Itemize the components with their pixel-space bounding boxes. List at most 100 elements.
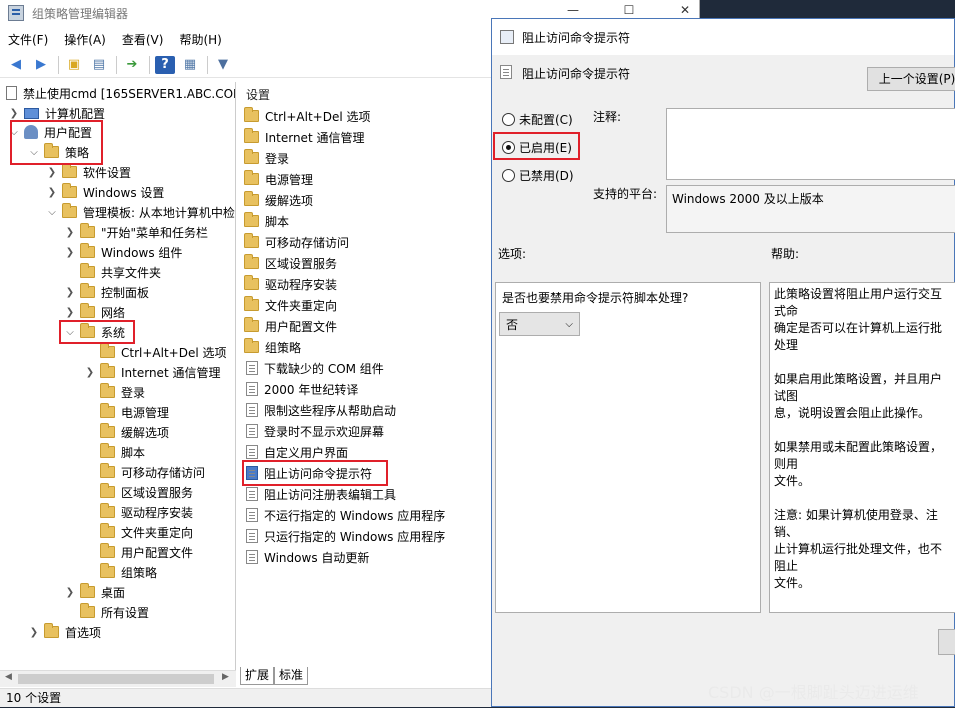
chevron-right-icon[interactable]: ❯ [64, 587, 76, 598]
radio-not-configured[interactable]: 未配置(C) [502, 110, 573, 128]
tree-user-config[interactable]: ⌵ 用户配置 [8, 122, 92, 142]
list-item-policy[interactable]: 不运行指定的 Windows 应用程序 [246, 505, 445, 525]
list-item-policy[interactable]: 2000 年世纪转译 [246, 379, 358, 399]
show-hide-tree-icon[interactable]: ▤ [89, 56, 109, 74]
tree-computer-config[interactable]: ❯ 计算机配置 [8, 103, 105, 123]
menu-help[interactable]: 帮助(H) [179, 31, 221, 48]
list-item-folder[interactable]: 驱动程序安装 [244, 274, 337, 294]
up-folder-icon[interactable]: ▣ [64, 56, 84, 74]
tree-system-child[interactable]: 缓解选项 [84, 422, 169, 442]
script-processing-select[interactable]: 否 ⌵ [499, 312, 580, 336]
scroll-thumb[interactable] [18, 674, 214, 684]
list-item-policy[interactable]: 限制这些程序从帮助启动 [246, 400, 396, 420]
list-item-folder[interactable]: 登录 [244, 148, 289, 168]
list-item-folder[interactable]: 文件夹重定向 [244, 295, 337, 315]
tree-shared-folders[interactable]: 共享文件夹 [64, 262, 161, 282]
chevron-right-icon[interactable]: ❯ [8, 108, 20, 119]
forward-arrow-icon[interactable]: ▶ [31, 56, 51, 74]
list-item-folder[interactable]: 缓解选项 [244, 190, 313, 210]
radio-enabled[interactable]: 已启用(E) [502, 138, 572, 156]
tree-system-child[interactable]: 登录 [84, 382, 145, 402]
previous-setting-button[interactable]: 上一个设置(P) [867, 67, 955, 91]
tree-system-child[interactable]: 脚本 [84, 442, 145, 462]
tree-preferences[interactable]: ❯ 首选项 [28, 622, 101, 642]
scroll-left-icon[interactable]: ◀ [5, 672, 12, 682]
list-item-folder[interactable]: 可移动存储访问 [244, 232, 349, 252]
tree-system[interactable]: ⌵ 系统 [64, 322, 125, 342]
tab-extended[interactable]: 扩展 [240, 667, 275, 685]
tree-start-menu[interactable]: ❯ "开始"菜单和任务栏 [64, 222, 208, 242]
tab-standard[interactable]: 标准 [274, 667, 309, 685]
scroll-right-icon[interactable]: ▶ [222, 672, 229, 682]
chevron-right-icon[interactable]: ❯ [64, 287, 76, 298]
tree-system-child[interactable]: 电源管理 [84, 402, 169, 422]
list-item-policy[interactable]: 阻止访问注册表编辑工具 [246, 484, 396, 504]
list-item-folder[interactable]: 组策略 [244, 337, 301, 357]
tree-software-settings[interactable]: ❯ 软件设置 [46, 162, 131, 182]
list-item-folder[interactable]: 区域设置服务 [244, 253, 337, 273]
chevron-right-icon[interactable]: ❯ [64, 247, 76, 258]
tree-system-child[interactable]: 文件夹重定向 [84, 522, 193, 542]
list-item-policy-selected[interactable]: 阻止访问命令提示符 [246, 463, 372, 483]
list-item-folder[interactable]: Internet 通信管理 [244, 127, 364, 147]
comment-textarea[interactable] [666, 108, 955, 180]
close-icon[interactable]: ✕ [675, 3, 695, 21]
tree-policies[interactable]: ⌵ 策略 [28, 142, 89, 162]
chevron-down-icon[interactable]: ⌵ [64, 327, 76, 338]
list-item-folder[interactable]: 用户配置文件 [244, 316, 337, 336]
column-header-settings[interactable]: 设置 [246, 86, 270, 103]
chevron-down-icon[interactable]: ⌵ [46, 207, 58, 218]
chevron-right-icon[interactable]: ❯ [64, 307, 76, 318]
ok-button-partial[interactable] [938, 629, 955, 655]
minimize-icon[interactable]: — [563, 3, 583, 21]
menu-action[interactable]: 操作(A) [64, 31, 106, 48]
help-icon[interactable]: ? [155, 55, 175, 74]
list-item-policy[interactable]: 下载缺少的 COM 组件 [246, 358, 384, 378]
radio-disabled[interactable]: 已禁用(D) [502, 166, 574, 184]
tree-system-child[interactable]: 区域设置服务 [84, 482, 193, 502]
chevron-right-icon[interactable]: ❯ [64, 227, 76, 238]
maximize-icon[interactable]: ☐ [619, 3, 639, 21]
chevron-down-icon[interactable]: ⌵ [8, 127, 20, 138]
menu-view[interactable]: 查看(V) [122, 31, 164, 48]
chevron-right-icon[interactable]: ❯ [28, 627, 40, 638]
list-item-folder[interactable]: Ctrl+Alt+Del 选项 [244, 106, 370, 126]
tree-system-child[interactable]: 可移动存储访问 [84, 462, 205, 482]
folder-icon [244, 128, 259, 143]
tree-control-panel[interactable]: ❯ 控制面板 [64, 282, 149, 302]
tree-network[interactable]: ❯ 网络 [64, 302, 125, 322]
window-title: 组策略管理编辑器 [32, 6, 129, 21]
properties-icon[interactable]: ▦ [180, 56, 200, 74]
chevron-right-icon[interactable]: ❯ [46, 167, 58, 178]
folder-icon [100, 343, 115, 358]
folder-icon [100, 403, 115, 418]
list-item-policy[interactable]: 自定义用户界面 [246, 442, 348, 462]
chevron-right-icon[interactable]: ❯ [46, 187, 58, 198]
policy-selected-icon [246, 466, 258, 480]
tree-horizontal-scrollbar[interactable]: ◀ ▶ [0, 670, 236, 687]
list-item-policy[interactable]: 只运行指定的 Windows 应用程序 [246, 526, 445, 546]
chevron-down-icon[interactable]: ⌵ [28, 147, 40, 158]
tree-system-child[interactable]: ❯ Internet 通信管理 [84, 362, 220, 382]
tree-system-child[interactable]: 驱动程序安装 [84, 502, 193, 522]
watermark-text: CSDN @一根脚趾头迈进运维 [708, 683, 919, 702]
chevron-right-icon[interactable]: ❯ [84, 367, 96, 378]
list-item-folder[interactable]: 电源管理 [244, 169, 313, 189]
radio-checked-icon [502, 140, 515, 154]
tree-windows-components[interactable]: ❯ Windows 组件 [64, 242, 182, 262]
back-arrow-icon[interactable]: ◀ [6, 56, 26, 74]
export-list-icon[interactable]: ➔ [122, 56, 142, 74]
list-item-folder[interactable]: 脚本 [244, 211, 289, 231]
list-item-policy[interactable]: Windows 自动更新 [246, 547, 369, 567]
tree-system-child[interactable]: Ctrl+Alt+Del 选项 [84, 342, 226, 362]
tree-admin-templates[interactable]: ⌵ 管理模板: 从本地计算机中检 [46, 202, 235, 222]
tree-system-child[interactable]: 用户配置文件 [84, 542, 193, 562]
tree-root[interactable]: 禁止使用cmd [165SERVER1.ABC.COI [6, 83, 235, 103]
tree-windows-settings[interactable]: ❯ Windows 设置 [46, 182, 164, 202]
tree-system-child[interactable]: 组策略 [84, 562, 157, 582]
filter-icon[interactable]: ▼ [213, 56, 233, 74]
tree-desktop[interactable]: ❯ 桌面 [64, 582, 125, 602]
tree-all-settings[interactable]: 所有设置 [64, 602, 149, 622]
list-item-policy[interactable]: 登录时不显示欢迎屏幕 [246, 421, 384, 441]
menu-file[interactable]: 文件(F) [8, 31, 48, 48]
